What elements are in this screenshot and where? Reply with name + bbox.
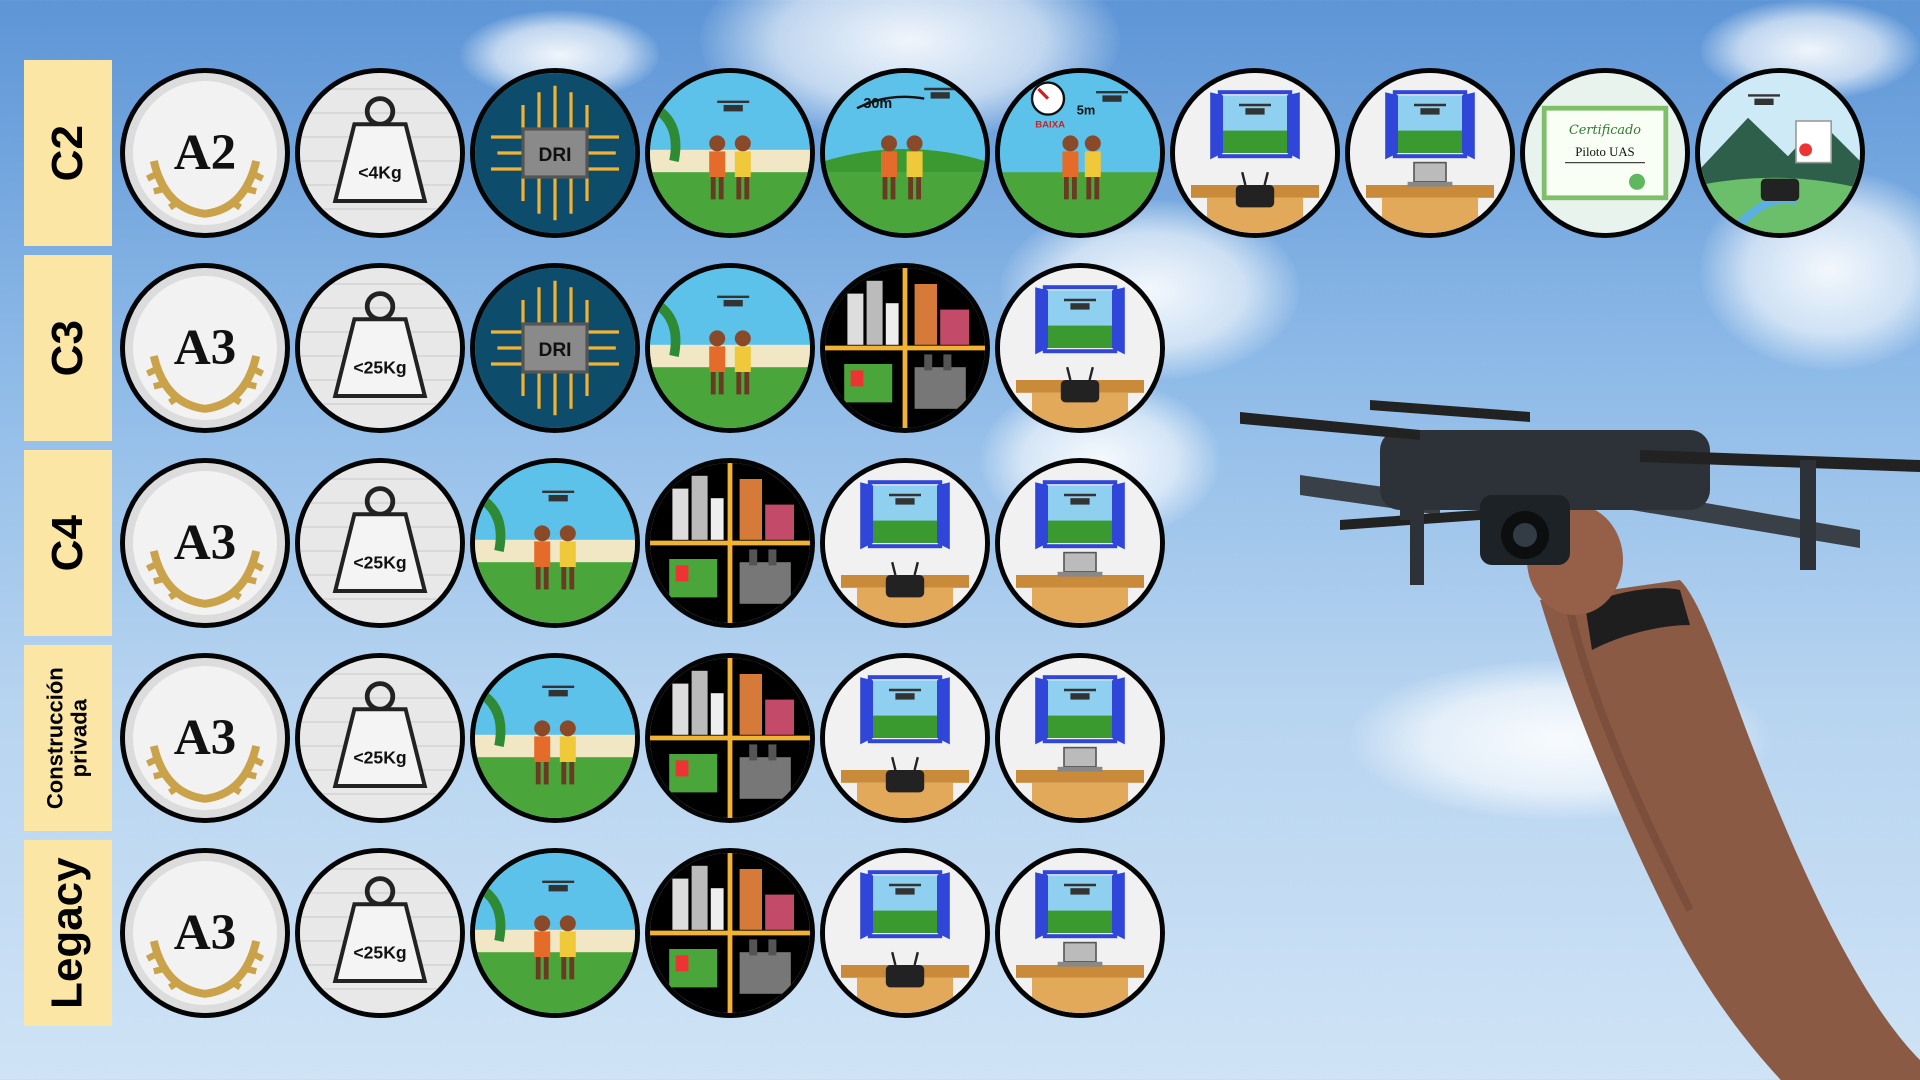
pilot-landscape-controller-icon: [1695, 68, 1865, 238]
training-window-laptop-icon: [995, 653, 1165, 823]
people-drone-garden-icon: [470, 848, 640, 1018]
weight-under-25kg-icon: <25Kg: [295, 263, 465, 433]
svg-text:A3: A3: [174, 319, 237, 376]
laurel-medal-A3-icon: A3: [120, 848, 290, 1018]
training-window-controller-icon: [1170, 68, 1340, 238]
weight-under-4kg-icon: <4Kg: [295, 68, 465, 238]
pilot-certificate-icon: Certificado Piloto UAS: [1520, 68, 1690, 238]
training-window-controller-icon: [820, 458, 990, 628]
row-label: Construcción privada: [24, 645, 112, 831]
laurel-medal-A3-icon: A3: [120, 458, 290, 628]
svg-text:<25Kg: <25Kg: [353, 943, 406, 963]
city-zones-icon: [820, 263, 990, 433]
svg-text:Certificado: Certificado: [1569, 123, 1641, 138]
category-row: Legacy A3 <25Kg: [0, 840, 1300, 1030]
svg-text:DRI: DRI: [538, 340, 571, 361]
row-label: Legacy: [24, 840, 112, 1026]
weight-under-25kg-icon: <25Kg: [295, 848, 465, 1018]
laurel-medal-A3-icon: A3: [120, 653, 290, 823]
svg-text:Piloto UAS: Piloto UAS: [1575, 145, 1634, 159]
training-window-laptop-icon: [1345, 68, 1515, 238]
row-label: C4: [24, 450, 112, 636]
row-label-text: C2: [42, 124, 92, 182]
city-zones-icon: [645, 458, 815, 628]
training-window-controller-icon: [820, 848, 990, 1018]
svg-text:A3: A3: [174, 904, 237, 961]
people-drone-garden-icon: [470, 458, 640, 628]
svg-text:A3: A3: [174, 709, 237, 766]
training-window-controller-icon: [820, 653, 990, 823]
training-window-laptop-icon: [995, 848, 1165, 1018]
laurel-medal-A3-icon: A3: [120, 263, 290, 433]
category-row: C2 A2 <4Kg DRI 30m BAIXA 5m Certificado Piloto U…: [0, 60, 1865, 250]
category-row: Construcción privada A3 <25Kg: [0, 645, 1300, 835]
category-row: C3 A3 <25Kg DRI: [0, 255, 1300, 445]
svg-text:A3: A3: [174, 514, 237, 571]
city-zones-icon: [645, 848, 815, 1018]
people-drone-garden-icon: [645, 68, 815, 238]
laurel-medal-A2-icon: A2: [120, 68, 290, 238]
distance-30m-people-icon: 30m: [820, 68, 990, 238]
row-label-text: C4: [42, 514, 92, 572]
dri-chip-icon: DRI: [470, 263, 640, 433]
svg-text:<25Kg: <25Kg: [353, 553, 406, 573]
weight-under-25kg-icon: <25Kg: [295, 458, 465, 628]
svg-text:BAIXA: BAIXA: [1035, 119, 1065, 130]
dri-chip-icon: DRI: [470, 68, 640, 238]
weight-under-25kg-icon: <25Kg: [295, 653, 465, 823]
svg-text:5m: 5m: [1077, 103, 1096, 118]
row-label: C2: [24, 60, 112, 246]
low-speed-5m-people-icon: BAIXA 5m: [995, 68, 1165, 238]
svg-text:A2: A2: [174, 124, 237, 181]
category-row: C4 A3 <25Kg: [0, 450, 1300, 640]
training-window-laptop-icon: [995, 458, 1165, 628]
svg-text:<25Kg: <25Kg: [353, 748, 406, 768]
drone-held-by-hand-illustration: [1240, 400, 1920, 1080]
row-label: C3: [24, 255, 112, 441]
people-drone-garden-icon: [470, 653, 640, 823]
svg-text:<4Kg: <4Kg: [358, 163, 402, 183]
row-label-text: Construcción privada: [42, 667, 93, 809]
svg-text:<25Kg: <25Kg: [353, 358, 406, 378]
svg-text:30m: 30m: [863, 96, 892, 112]
svg-text:DRI: DRI: [538, 145, 571, 166]
people-drone-garden-icon: [645, 263, 815, 433]
training-window-controller-icon: [995, 263, 1165, 433]
city-zones-icon: [645, 653, 815, 823]
row-label-text: C3: [42, 319, 92, 377]
row-label-text: Legacy: [42, 857, 92, 1009]
